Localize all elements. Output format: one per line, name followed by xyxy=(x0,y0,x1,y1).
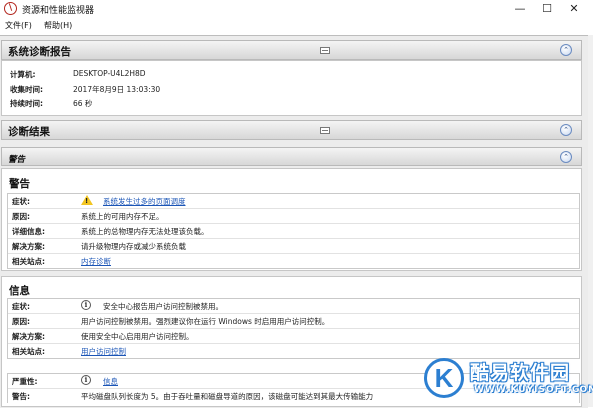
warning-subheader[interactable]: 警告 ⌃ xyxy=(1,147,582,166)
row-value: 安全中心报告用户访问控制被禁用。 xyxy=(103,302,223,311)
table-row: 解决方案: 请升级物理内存或减少系统负载 xyxy=(8,239,579,254)
info-table: 症状: i 安全中心报告用户访问控制被禁用。 原因: 用户访问控制被禁用。强烈建… xyxy=(7,298,580,359)
row-value: 请升级物理内存或减少系统负载 xyxy=(81,242,186,251)
info-icon: i xyxy=(81,300,91,310)
collapse-icon[interactable]: ⌃ xyxy=(560,44,572,56)
field-value: 66 秒 xyxy=(73,99,93,108)
memory-diagnostics-link[interactable]: 内存诊断 xyxy=(81,256,111,267)
field-label: 收集时间: xyxy=(10,85,43,94)
row-label: 原因: xyxy=(12,317,30,326)
row-label: 严重性: xyxy=(12,377,38,386)
layout-icon[interactable] xyxy=(320,47,330,54)
menu-bar: 文件(F) 帮助(H) xyxy=(0,18,593,34)
watermark-url: WWW.KUYISOFT.COM xyxy=(474,385,593,395)
kuyi-logo-icon: K xyxy=(424,358,464,398)
field-value: 2017年8月9日 13:03:30 xyxy=(73,85,161,94)
row-label: 原因: xyxy=(12,212,30,221)
system-report-header[interactable]: 系统诊断报告 ⌃ xyxy=(1,40,582,60)
table-row: 详细信息: 系统上的总物理内存无法处理该负载。 xyxy=(8,224,579,239)
watermark-name: 酷易软件园 xyxy=(470,362,571,384)
row-label: 症状: xyxy=(12,197,30,206)
table-row: 症状: i 安全中心报告用户访问控制被禁用。 xyxy=(8,299,579,314)
resource-monitor-icon: \ xyxy=(4,2,17,15)
vertical-scrollbar[interactable] xyxy=(588,35,593,407)
row-label: 症状: xyxy=(12,302,30,311)
warning-section-title: 警告 xyxy=(9,178,30,190)
collapse-icon[interactable]: ⌃ xyxy=(560,151,572,163)
symptom-link[interactable]: 系统发生过多的页面调度 xyxy=(103,196,186,207)
severity-link[interactable]: 信息 xyxy=(103,376,118,387)
menu-help[interactable]: 帮助(H) xyxy=(44,20,72,31)
field-label: 持续时间: xyxy=(10,99,43,108)
warning-subheader-title: 警告 xyxy=(8,155,26,165)
table-row: 原因: 系统上的可用内存不足。 xyxy=(8,209,579,224)
title-bar: \ 资源和性能监视器 — ☐ ✕ xyxy=(0,0,593,18)
close-button[interactable]: ✕ xyxy=(551,0,593,18)
row-value: 系统上的总物理内存无法处理该负载。 xyxy=(81,227,209,236)
field-label: 计算机: xyxy=(10,70,36,79)
row-value: 平均磁盘队列长度为 5。由于吞吐量和磁盘导道的原因，该磁盘可能达到其最大传输能力 xyxy=(81,392,374,401)
row-label: 详细信息: xyxy=(12,227,45,236)
warning-panel: 警告 症状: ! 系统发生过多的页面调度 原因: 系统上的可用内存不足。 详细信… xyxy=(1,168,582,271)
table-row: 解决方案: 使用安全中心启用用户访问控制。 xyxy=(8,329,579,344)
table-row: 相关站点: 内存诊断 xyxy=(8,254,579,268)
row-label: 解决方案: xyxy=(12,332,45,341)
row-label: 警告: xyxy=(12,392,30,401)
system-report-title: 系统诊断报告 xyxy=(8,46,71,58)
row-value: 系统上的可用内存不足。 xyxy=(81,212,164,221)
warning-icon: ! xyxy=(81,195,93,205)
warning-table: 症状: ! 系统发生过多的页面调度 原因: 系统上的可用内存不足。 详细信息: … xyxy=(7,193,580,269)
collapse-icon[interactable]: ⌃ xyxy=(560,124,572,136)
diagnostic-results-title: 诊断结果 xyxy=(8,126,50,138)
row-label: 相关站点: xyxy=(12,347,45,356)
row-label: 相关站点: xyxy=(12,257,45,266)
table-row: 症状: ! 系统发生过多的页面调度 xyxy=(8,194,579,209)
row-value: 使用安全中心启用用户访问控制。 xyxy=(81,332,194,341)
table-row: 原因: 用户访问控制被禁用。强烈建议你在运行 Windows 时启用用户访问控制… xyxy=(8,314,579,329)
uac-link[interactable]: 用户访问控制 xyxy=(81,346,126,357)
info-section-title: 信息 xyxy=(9,285,30,297)
row-value: 用户访问控制被禁用。强烈建议你在运行 Windows 时启用用户访问控制。 xyxy=(81,317,330,326)
window-title: 资源和性能监视器 xyxy=(22,6,95,16)
layout-icon[interactable] xyxy=(320,127,330,134)
field-value: DESKTOP-U4L2H8D xyxy=(73,69,146,78)
info-icon: i xyxy=(81,375,91,385)
system-info-panel: 计算机: DESKTOP-U4L2H8D 收集时间: 2017年8月9日 13:… xyxy=(1,60,582,116)
site-watermark: K 酷易软件园 WWW.KUYISOFT.COM xyxy=(416,352,593,407)
diagnostic-results-header[interactable]: 诊断结果 ⌃ xyxy=(1,120,582,140)
menu-file[interactable]: 文件(F) xyxy=(5,20,32,31)
row-label: 解决方案: xyxy=(12,242,45,251)
